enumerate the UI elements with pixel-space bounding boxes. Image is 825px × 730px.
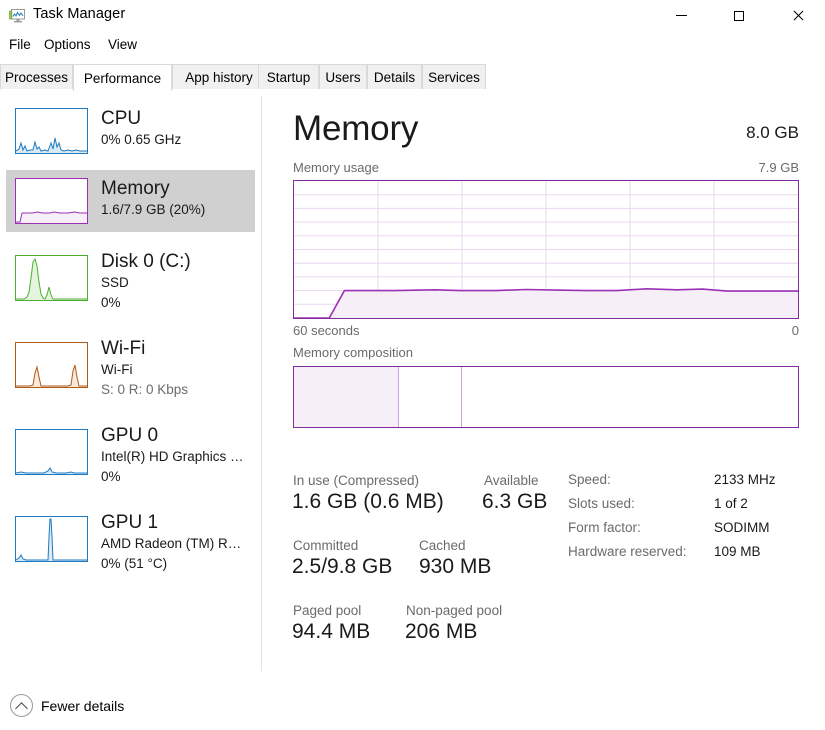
- composition-divider-1: [397, 367, 399, 427]
- stat-value-paged-pool: 94.4 MB: [292, 620, 371, 643]
- stat-value-cached: 930 MB: [419, 555, 492, 578]
- memory-usage-caption: Memory usage: [293, 160, 379, 175]
- close-button[interactable]: [775, 0, 821, 31]
- sidebar-item-title-disk: Disk 0 (C:): [101, 251, 191, 272]
- sidebar-item-title-wifi: Wi-Fi: [101, 338, 146, 359]
- info-value-hardware-reserved: 109 MB: [714, 544, 761, 559]
- tab-processes[interactable]: Processes: [0, 64, 73, 90]
- tab-performance[interactable]: Performance: [73, 64, 172, 91]
- memory-usage-graph[interactable]: [293, 180, 799, 319]
- stat-value-committed: 2.5/9.8 GB: [292, 555, 393, 578]
- stat-value-available: 6.3 GB: [482, 490, 548, 513]
- minimize-icon: [675, 15, 687, 16]
- menu-item-view[interactable]: View: [105, 36, 140, 53]
- tab-app-history[interactable]: App history: [172, 64, 266, 90]
- fewer-details-button[interactable]: Fewer details: [10, 694, 124, 717]
- stat-value-non-paged-pool: 206 MB: [405, 620, 478, 643]
- tab-users[interactable]: Users: [319, 64, 367, 90]
- memory-panel: Memory 8.0 GB Memory usage 7.9 GB 60 sec…: [262, 92, 825, 672]
- memory-composition-bar[interactable]: [293, 366, 799, 428]
- info-value-slots-used: 1 of 2: [714, 496, 748, 511]
- sidebar-item-title-gpu-1: GPU 1: [101, 512, 159, 533]
- sidebar-item-detail-gpu-1-1: 0% (51 °C): [101, 556, 168, 571]
- resource-sidebar: CPU 0% 0.65 GHz Memory 1.6/7.9 GB (20%) Disk…: [0, 92, 261, 672]
- sidebar-item-gpu-1[interactable]: GPU 1 AMD Radeon (TM) R… 0% (51 °C): [6, 508, 255, 586]
- sidebar-item-detail-cpu-0: 0% 0.65 GHz: [101, 132, 182, 147]
- stat-label-committed: Committed: [293, 538, 359, 553]
- sidebar-item-detail-wifi-0: Wi-Fi: [101, 362, 133, 377]
- menu-item-options[interactable]: Options: [41, 36, 94, 53]
- sidebar-item-title-cpu: CPU: [101, 108, 142, 129]
- tab-strip: Processes Performance App history Startup Us…: [0, 64, 825, 91]
- task-manager-icon: [9, 7, 27, 25]
- fewer-details-label: Fewer details: [41, 697, 125, 714]
- stat-value-in-use-compressed: 1.6 GB (0.6 MB): [292, 490, 444, 513]
- tab-startup[interactable]: Startup: [258, 64, 319, 90]
- stat-label-available: Available: [484, 473, 539, 488]
- memory-composition-caption: Memory composition: [293, 345, 413, 360]
- info-label-form-factor: Form factor:: [568, 520, 641, 535]
- sidebar-item-memory[interactable]: Memory 1.6/7.9 GB (20%): [6, 170, 255, 232]
- info-value-form-factor: SODIMM: [714, 520, 770, 535]
- info-label-speed: Speed:: [568, 472, 611, 487]
- composition-divider-2: [460, 367, 462, 427]
- tab-services[interactable]: Services: [422, 64, 486, 90]
- sidebar-item-detail-gpu-0-0: Intel(R) HD Graphics …: [101, 449, 244, 464]
- sidebar-item-detail-gpu-1-0: AMD Radeon (TM) R…: [101, 536, 242, 551]
- minimize-button[interactable]: [658, 0, 704, 31]
- sidebar-thumbnail-memory: [15, 178, 88, 224]
- sidebar-thumbnail-cpu: [15, 108, 88, 154]
- window-title: Task Manager: [33, 6, 126, 22]
- sidebar-item-detail-gpu-0-1: 0%: [101, 469, 121, 484]
- page-title: Memory: [293, 109, 419, 148]
- sidebar-item-detail-memory-0: 1.6/7.9 GB (20%): [101, 202, 206, 217]
- graph-axis-right: 0: [791, 323, 799, 338]
- sidebar-thumbnail-disk: [15, 255, 88, 301]
- sidebar-thumbnail-gpu-1: [15, 516, 88, 562]
- info-label-hardware-reserved: Hardware reserved:: [568, 544, 687, 559]
- total-memory-value: 8.0 GB: [746, 123, 799, 142]
- sidebar-item-detail-wifi-1: S: 0 R: 0 Kbps: [101, 382, 189, 397]
- footer-bar: Fewer details Open Resource Monitor: [0, 672, 825, 730]
- chevron-up-icon: [10, 694, 33, 717]
- sidebar-item-detail-disk-0: SSD: [101, 275, 129, 290]
- graph-axis-left: 60 seconds: [293, 323, 360, 338]
- memory-usage-area: [294, 288, 798, 318]
- memory-usage-max: 7.9 GB: [758, 160, 799, 175]
- sidebar-item-title-memory: Memory: [101, 178, 170, 199]
- composition-segment-in-use: [294, 367, 395, 427]
- sidebar-item-detail-disk-1: 0%: [101, 295, 121, 310]
- info-label-slots-used: Slots used:: [568, 496, 635, 511]
- sidebar-item-disk[interactable]: Disk 0 (C:) SSD 0%: [6, 247, 255, 325]
- stat-label-cached: Cached: [419, 538, 466, 553]
- memory-usage-graph-svg: [294, 181, 798, 318]
- menu-item-file[interactable]: File: [6, 36, 34, 53]
- sidebar-thumbnail-gpu-0: [15, 429, 88, 475]
- stat-label-paged-pool: Paged pool: [293, 603, 362, 618]
- close-icon: [792, 10, 804, 22]
- maximize-icon: [734, 10, 744, 21]
- sidebar-item-gpu-0[interactable]: GPU 0 Intel(R) HD Graphics … 0%: [6, 421, 255, 499]
- tab-details[interactable]: Details: [367, 64, 422, 90]
- sidebar-item-cpu[interactable]: CPU 0% 0.65 GHz: [6, 100, 255, 162]
- sidebar-thumbnail-wifi: [15, 342, 88, 388]
- title-bar: Task Manager: [0, 0, 825, 32]
- info-value-speed: 2133 MHz: [714, 472, 776, 487]
- sidebar-item-wifi[interactable]: Wi-Fi Wi-Fi S: 0 R: 0 Kbps: [6, 334, 255, 412]
- stat-label-in-use-compressed: In use (Compressed): [293, 473, 420, 488]
- maximize-button[interactable]: [716, 0, 762, 31]
- sidebar-item-title-gpu-0: GPU 0: [101, 425, 159, 446]
- stat-label-non-paged-pool: Non-paged pool: [406, 603, 503, 618]
